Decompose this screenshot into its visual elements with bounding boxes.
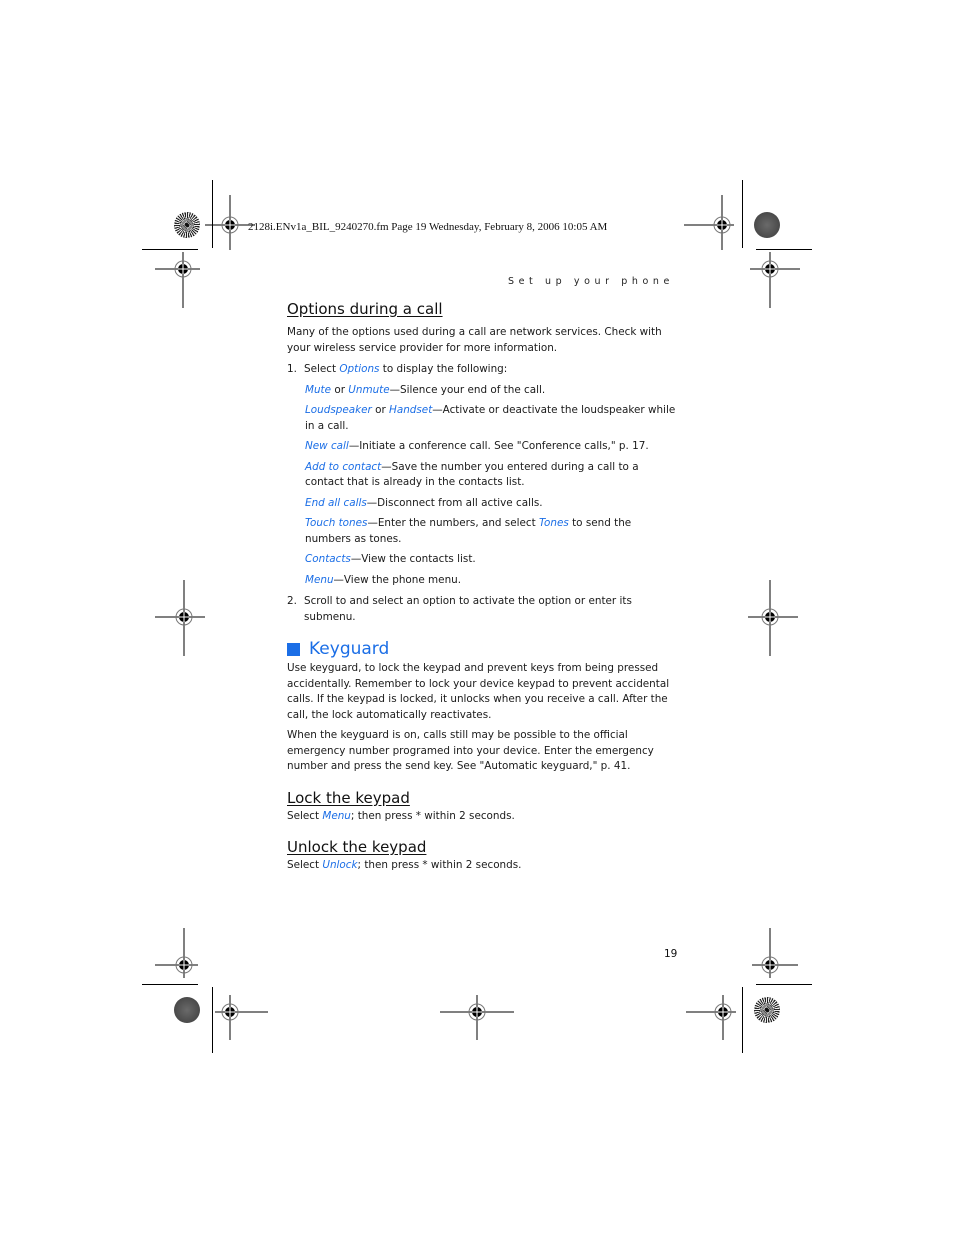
registration-crosshair-icon (440, 995, 514, 1040)
option-item: New call—Initiate a conference call. See… (305, 439, 679, 455)
option-item: Contacts—View the contacts list. (305, 552, 679, 568)
keyword: Loudspeaker (305, 404, 372, 416)
registration-crosshair-icon (684, 195, 734, 250)
option-item: End all calls—Disconnect from all active… (305, 496, 679, 512)
keyword: Handset (389, 404, 433, 416)
registration-crosshair-icon (752, 928, 798, 978)
registration-crosshair-icon (686, 995, 736, 1040)
registration-crosshair-icon (215, 995, 268, 1040)
option-item: Add to contact—Save the number you enter… (305, 460, 679, 491)
keyword: Unmute (348, 383, 390, 396)
section-title-options-during-call: Options during a call (287, 300, 443, 318)
option-description: —Enter the numbers, and select (367, 517, 539, 529)
keyword-unlock: Unlock (322, 859, 358, 871)
option-item: Menu—View the phone menu. (305, 573, 679, 589)
text: Select (287, 809, 323, 822)
unlock-instructions: Select Unlock; then press * within 2 sec… (287, 858, 679, 874)
section-title-unlock-keypad: Unlock the keypad (287, 838, 427, 856)
step-text: Select Options to display the following: (304, 362, 507, 378)
keyguard-paragraph-1: Use keyguard, to lock the keypad and pre… (287, 662, 670, 721)
crop-mark (756, 249, 812, 250)
text: Select (287, 859, 323, 871)
options-intro: Many of the options used during a call a… (287, 326, 662, 354)
step-number: 1. (287, 363, 297, 375)
registration-target-icon (174, 212, 200, 238)
section-square-icon (287, 642, 300, 656)
step-number: 2. (287, 595, 297, 607)
keyword: Menu (305, 573, 334, 586)
connector: or (331, 383, 349, 396)
option-description: —Initiate a conference call. See "Confer… (348, 440, 649, 452)
option-description: —View the contacts list. (350, 553, 476, 565)
text: ; then press * within 2 seconds. (357, 859, 522, 871)
crop-mark (742, 987, 743, 1053)
keyguard-paragraph-2: When the keyguard is on, calls still may… (287, 729, 654, 772)
keyword-options: Options (339, 363, 380, 375)
step-1: 1. Select Options to display the followi… (287, 362, 679, 378)
registration-crosshair-icon (155, 928, 198, 978)
page-content: Options during a call Many of the option… (287, 298, 679, 874)
section-title-lock-keypad: Lock the keypad (287, 788, 410, 807)
keyword: Contacts (305, 553, 351, 565)
registration-crosshair-icon (155, 580, 205, 656)
crop-mark (756, 984, 812, 985)
step-text: Scroll to and select an option to activa… (304, 595, 632, 623)
keyword: Add to contact (305, 460, 382, 473)
keyword: Mute (305, 383, 332, 396)
page-number: 19 (664, 948, 678, 960)
crop-mark (142, 984, 198, 985)
crop-mark (142, 249, 198, 250)
step-text-post: to display the following: (379, 363, 508, 375)
option-description: —Silence your end of the call. (389, 383, 546, 396)
option-item: Touch tones—Enter the numbers, and selec… (305, 516, 679, 547)
color-bar-disc-icon (754, 212, 780, 238)
running-head: Set up your phone (507, 276, 674, 287)
options-list: Mute or Unmute—Silence your end of the c… (287, 383, 679, 589)
file-slug: 2128i.ENv1a_BIL_9240270.fm Page 19 Wedne… (248, 221, 608, 233)
option-item: Loudspeaker or Handset—Activate or deact… (305, 403, 679, 434)
keyword: Tones (538, 517, 569, 529)
keyword: Touch tones (305, 517, 368, 529)
registration-crosshair-icon (750, 252, 800, 308)
color-bar-disc-icon (174, 997, 200, 1023)
registration-crosshair-icon (155, 252, 200, 308)
lock-instructions: Select Menu; then press * within 2 secon… (287, 809, 679, 825)
keyword-menu: Menu (322, 809, 351, 822)
registration-target-icon (754, 997, 780, 1023)
section-title-keyguard: Keyguard (287, 637, 679, 661)
crop-mark (742, 180, 743, 248)
option-description: —View the phone menu. (333, 573, 462, 586)
section-title-text: Keyguard (309, 639, 390, 659)
registration-crosshair-icon (748, 580, 798, 656)
connector: or (371, 404, 390, 416)
keyword: New call (305, 440, 349, 452)
step-text-pre: Select (304, 363, 340, 375)
text: ; then press * within 2 seconds. (350, 809, 515, 822)
keyword: End all calls (305, 496, 367, 509)
option-item: Mute or Unmute—Silence your end of the c… (305, 383, 679, 399)
option-description: —Disconnect from all active calls. (366, 496, 543, 509)
step-2: 2. Scroll to and select an option to act… (287, 594, 679, 625)
